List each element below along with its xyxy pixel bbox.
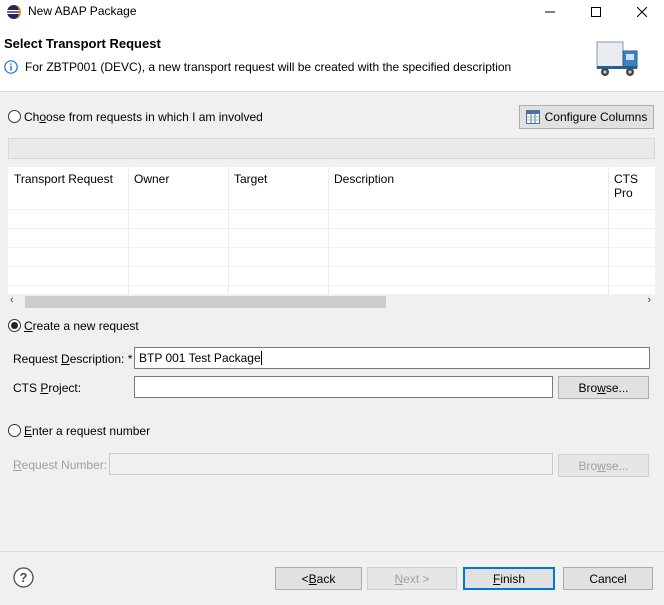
next-button[interactable]: Next >	[367, 567, 457, 590]
table-header: Transport Request Owner Target Descripti…	[8, 167, 655, 200]
horizontal-scrollbar[interactable]: ‹ ›	[8, 294, 655, 309]
eclipse-icon	[7, 5, 21, 19]
browse-request-number-button[interactable]: Bro w se...	[558, 454, 649, 477]
header-message: For ZBTP001 (DEVC), a new transport requ…	[25, 60, 512, 74]
column-header-target[interactable]: Target	[234, 172, 267, 186]
cancel-button[interactable]: Cancel	[563, 567, 653, 590]
create-new-radio[interactable]	[8, 319, 21, 332]
scrollbar-thumb[interactable]	[25, 296, 386, 308]
choose-existing-radio[interactable]	[8, 110, 21, 123]
transport-requests-table[interactable]: Transport Request Owner Target Descripti…	[8, 167, 655, 294]
title-bar: New ABAP Package	[0, 0, 664, 24]
filter-field[interactable]	[8, 138, 655, 159]
truck-icon	[596, 41, 638, 76]
finish-button[interactable]: Finish	[463, 567, 555, 590]
page-title: Select Transport Request	[4, 36, 161, 51]
column-header-transport-request[interactable]: Transport Request	[14, 172, 113, 186]
window-title: New ABAP Package	[28, 4, 137, 18]
request-number-input[interactable]	[109, 453, 553, 475]
enter-number-radio[interactable]	[8, 424, 21, 437]
cts-project-input[interactable]	[134, 376, 553, 398]
table-row	[8, 285, 655, 286]
cts-project-label: CTS Project:	[13, 381, 82, 395]
minimize-icon	[545, 11, 555, 13]
configure-columns-label: Configure Columns	[544, 110, 648, 124]
minimize-button[interactable]	[527, 0, 573, 24]
columns-icon	[525, 110, 540, 124]
scroll-left-icon[interactable]: ‹	[10, 294, 14, 306]
scroll-right-icon[interactable]: ›	[647, 294, 651, 306]
help-icon[interactable]: ?	[13, 567, 34, 588]
table-row	[8, 247, 655, 248]
table-row	[8, 209, 655, 210]
browse-cts-project-button[interactable]: Bro w se...	[558, 376, 649, 399]
request-description-input[interactable]: BTP 001 Test Package	[134, 347, 650, 369]
table-row	[8, 228, 655, 229]
svg-text:?: ?	[20, 570, 28, 585]
enter-number-label[interactable]: Enter a request number	[24, 424, 150, 438]
close-icon	[637, 7, 647, 17]
choose-existing-label[interactable]: Choose from requests in which I am invol…	[24, 110, 263, 124]
footer-divider	[0, 551, 664, 552]
back-button[interactable]: < Back	[275, 567, 362, 590]
close-button[interactable]	[619, 0, 664, 24]
maximize-icon	[591, 7, 601, 17]
maximize-button[interactable]	[573, 0, 619, 24]
request-number-label: Request Number:	[13, 458, 108, 472]
configure-columns-button[interactable]: Configure Columns	[519, 105, 654, 129]
column-header-owner[interactable]: Owner	[134, 172, 169, 186]
column-header-cts-project[interactable]: CTS Pro	[614, 172, 655, 200]
table-row	[8, 266, 655, 267]
create-new-label[interactable]: Create a new request	[24, 319, 139, 333]
wizard-header: Select Transport Request For ZBTP001 (DE…	[0, 24, 664, 92]
column-header-description[interactable]: Description	[334, 172, 394, 186]
info-icon	[4, 60, 18, 74]
request-description-label: Request Description: *	[13, 352, 133, 366]
